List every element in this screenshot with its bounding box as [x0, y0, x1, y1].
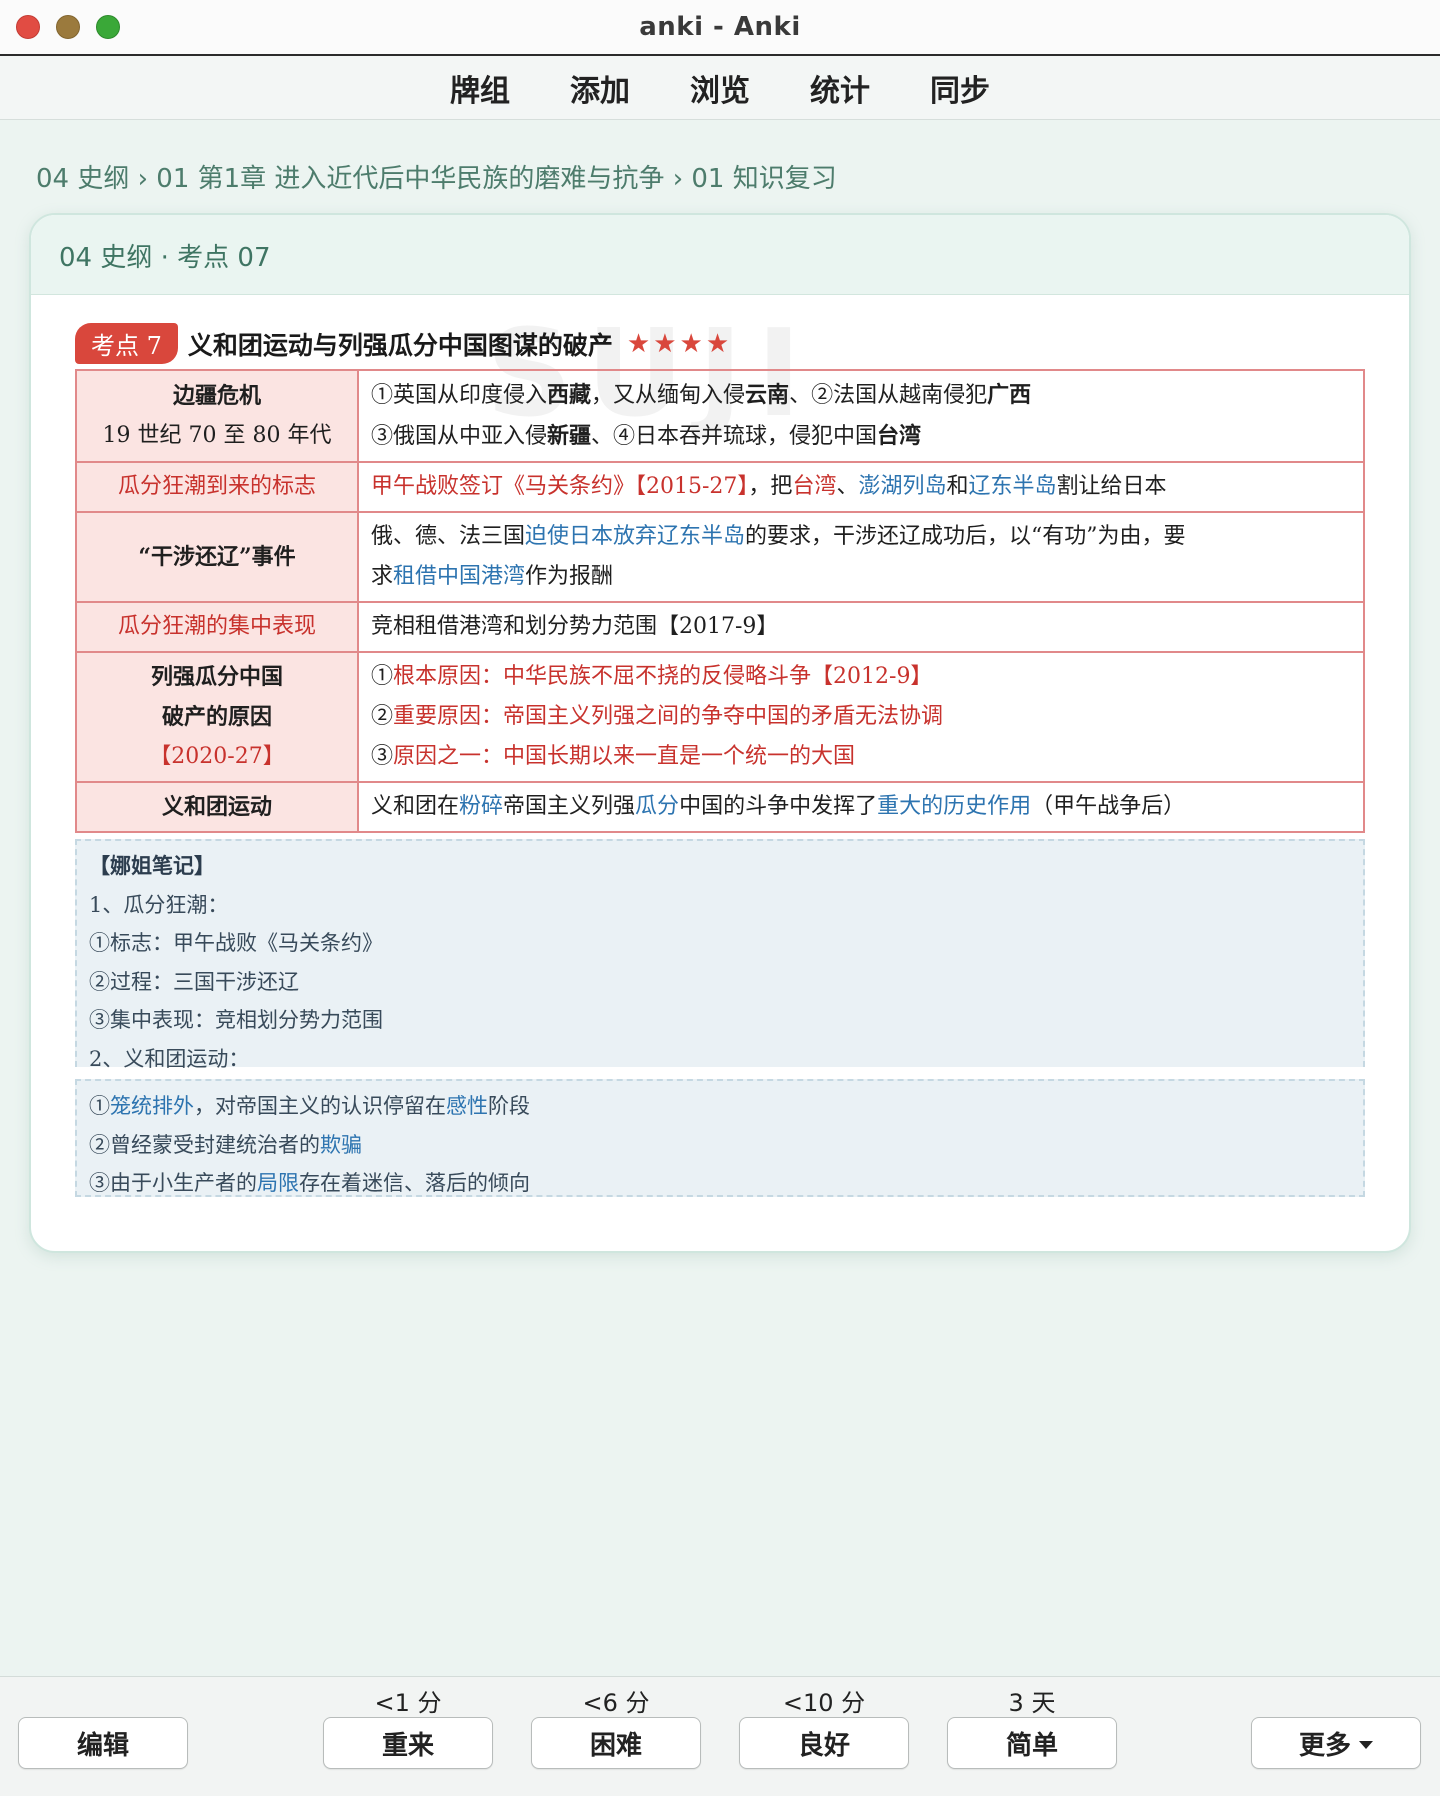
- row-label: 边疆危机 19 世纪 70 至 80 年代: [75, 369, 359, 463]
- note-line: ②过程：三国干涉还辽: [89, 969, 299, 994]
- row-label: 义和团运动: [75, 781, 359, 833]
- row-content: 俄、德、法三国迫使日本放弃辽东半岛的要求，干涉还辽成功后，以“有功”为由，要 求…: [357, 511, 1365, 603]
- note-line: 1、瓜分狂潮：: [89, 892, 229, 917]
- review-card: 04 史纲 · 考点 07 SUJI 考点 7 义和团运动与列强瓜分中国图谋的破…: [29, 213, 1411, 1253]
- notes-box-continued: ①笼统排外，对帝国主义的认识停留在感性阶段 ②曾经蒙受封建统治者的欺骗 ③由于小…: [75, 1079, 1365, 1197]
- table-row: 义和团运动 义和团在粉碎帝国主义列强瓜分中国的斗争中发挥了重大的历史作用（甲午战…: [75, 781, 1365, 833]
- importance-stars: ★★★★: [626, 328, 733, 359]
- note-line: ①笼统排外，对帝国主义的认识停留在感性阶段: [89, 1094, 530, 1118]
- row-label: 瓜分狂潮到来的标志: [75, 461, 359, 513]
- note-line: ①标志：甲午战败《马关条约》: [89, 931, 383, 955]
- hard-button[interactable]: 困难: [531, 1717, 701, 1769]
- good-button[interactable]: 良好: [739, 1717, 909, 1769]
- toolbar-stats[interactable]: 统计: [784, 60, 896, 116]
- table-row: 瓜分狂潮到来的标志 甲午战败签订《马关条约》【2015-27】，把台湾、澎湖列岛…: [75, 461, 1365, 513]
- toolbar-add[interactable]: 添加: [544, 60, 656, 116]
- notes-title: 【娜姐笔记】: [89, 853, 215, 878]
- table-row: 列强瓜分中国 破产的原因 【2020-27】 ①根本原因：中华民族不屈不挠的反侵…: [75, 651, 1365, 783]
- easy-interval: 3 天: [1008, 1689, 1056, 1717]
- main-toolbar: 牌组 添加 浏览 统计 同步: [0, 56, 1440, 120]
- edit-button[interactable]: 编辑: [18, 1717, 188, 1769]
- deck-breadcrumb: 04 史纲 › 01 第1章 进入近代后中华民族的磨难与抗争 › 01 知识复习: [36, 164, 837, 194]
- table-row: 边疆危机 19 世纪 70 至 80 年代 ①英国从印度侵入西藏，又从缅甸入侵云…: [75, 369, 1365, 463]
- good-interval: <10 分: [782, 1689, 866, 1717]
- row-label: 列强瓜分中国 破产的原因 【2020-27】: [75, 651, 359, 783]
- row-content: ①英国从印度侵入西藏，又从缅甸入侵云南、②法国从越南侵犯广西 ③俄国从中亚入侵新…: [357, 369, 1365, 463]
- table-row: 瓜分狂潮的集中表现 竞相租借港湾和划分势力范围【2017-9】: [75, 601, 1365, 653]
- topic-title: 义和团运动与列强瓜分中国图谋的破产: [187, 330, 613, 360]
- more-button[interactable]: 更多: [1251, 1717, 1421, 1769]
- table-row: “干涉还辽”事件 俄、德、法三国迫使日本放弃辽东半岛的要求，干涉还辽成功后，以“…: [75, 511, 1365, 603]
- row-content: ①根本原因：中华民族不屈不挠的反侵略斗争【2012-9】 ②重要原因：帝国主义列…: [357, 651, 1365, 783]
- topic-badge: 考点 7: [75, 323, 178, 364]
- toolbar-browse[interactable]: 浏览: [664, 60, 776, 116]
- card-header: 04 史纲 · 考点 07: [31, 215, 1409, 295]
- topic-heading: 考点 7 义和团运动与列强瓜分中国图谋的破产 ★★★★: [75, 323, 732, 364]
- note-line: 2、义和团运动：: [89, 1046, 250, 1071]
- note-line: ③集中表现：竞相划分势力范围: [89, 1008, 383, 1032]
- hard-interval: <6 分: [582, 1689, 650, 1717]
- note-line: ③由于小生产者的局限存在着迷信、落后的倾向: [89, 1171, 530, 1195]
- title-bar: anki - Anki: [0, 0, 1440, 56]
- again-button[interactable]: 重来: [323, 1717, 493, 1769]
- knowledge-table: 边疆危机 19 世纪 70 至 80 年代 ①英国从印度侵入西藏，又从缅甸入侵云…: [75, 369, 1365, 833]
- again-interval: <1 分: [374, 1689, 442, 1717]
- toolbar-decks[interactable]: 牌组: [424, 60, 536, 116]
- chevron-down-icon: [1359, 1741, 1373, 1749]
- window-title: anki - Anki: [639, 12, 801, 42]
- row-content: 义和团在粉碎帝国主义列强瓜分中国的斗争中发挥了重大的历史作用（甲午战争后）: [357, 781, 1365, 833]
- notes-box: 【娜姐笔记】 1、瓜分狂潮： ①标志：甲午战败《马关条约》 ②过程：三国干涉还辽…: [75, 839, 1365, 1071]
- easy-button[interactable]: 简单: [947, 1717, 1117, 1769]
- more-label: 更多: [1298, 1730, 1351, 1761]
- answer-bar: 编辑 <1 分 重来 <6 分 困难 <10 分 良好 3 天 简单 更多: [0, 1676, 1440, 1796]
- row-content: 甲午战败签订《马关条约》【2015-27】，把台湾、澎湖列岛和辽东半岛割让给日本: [357, 461, 1365, 513]
- row-label: “干涉还辽”事件: [75, 511, 359, 603]
- toolbar-sync[interactable]: 同步: [904, 60, 1016, 116]
- note-line: ②曾经蒙受封建统治者的欺骗: [89, 1132, 362, 1157]
- row-label: 瓜分狂潮的集中表现: [75, 601, 359, 653]
- row-content: 竞相租借港湾和划分势力范围【2017-9】: [357, 601, 1365, 653]
